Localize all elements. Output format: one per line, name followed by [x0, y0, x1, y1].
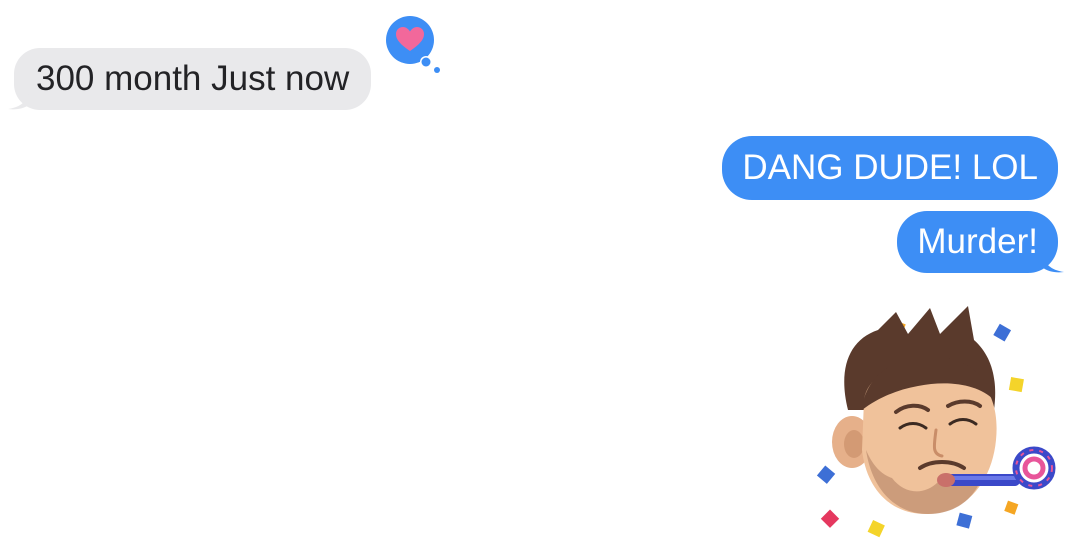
sent-message-bubble[interactable]: DANG DUDE! LOL	[722, 136, 1058, 200]
message-thread: 300 month Just now DANG DUDE! LOL Murder…	[0, 0, 1080, 554]
bubble-tail	[1042, 253, 1064, 273]
sent-message-text: Murder!	[917, 222, 1038, 261]
heart-reaction-icon[interactable]	[382, 12, 442, 76]
sent-message-text: DANG DUDE! LOL	[742, 148, 1038, 187]
party-memoji-sticker-icon[interactable]	[808, 300, 1068, 550]
received-message-bubble[interactable]: 300 month Just now	[8, 48, 372, 110]
bubble-tail	[8, 90, 30, 110]
received-message-text: 300 month Just now	[36, 59, 350, 98]
sent-message-bubble[interactable]: Murder!	[897, 211, 1064, 273]
